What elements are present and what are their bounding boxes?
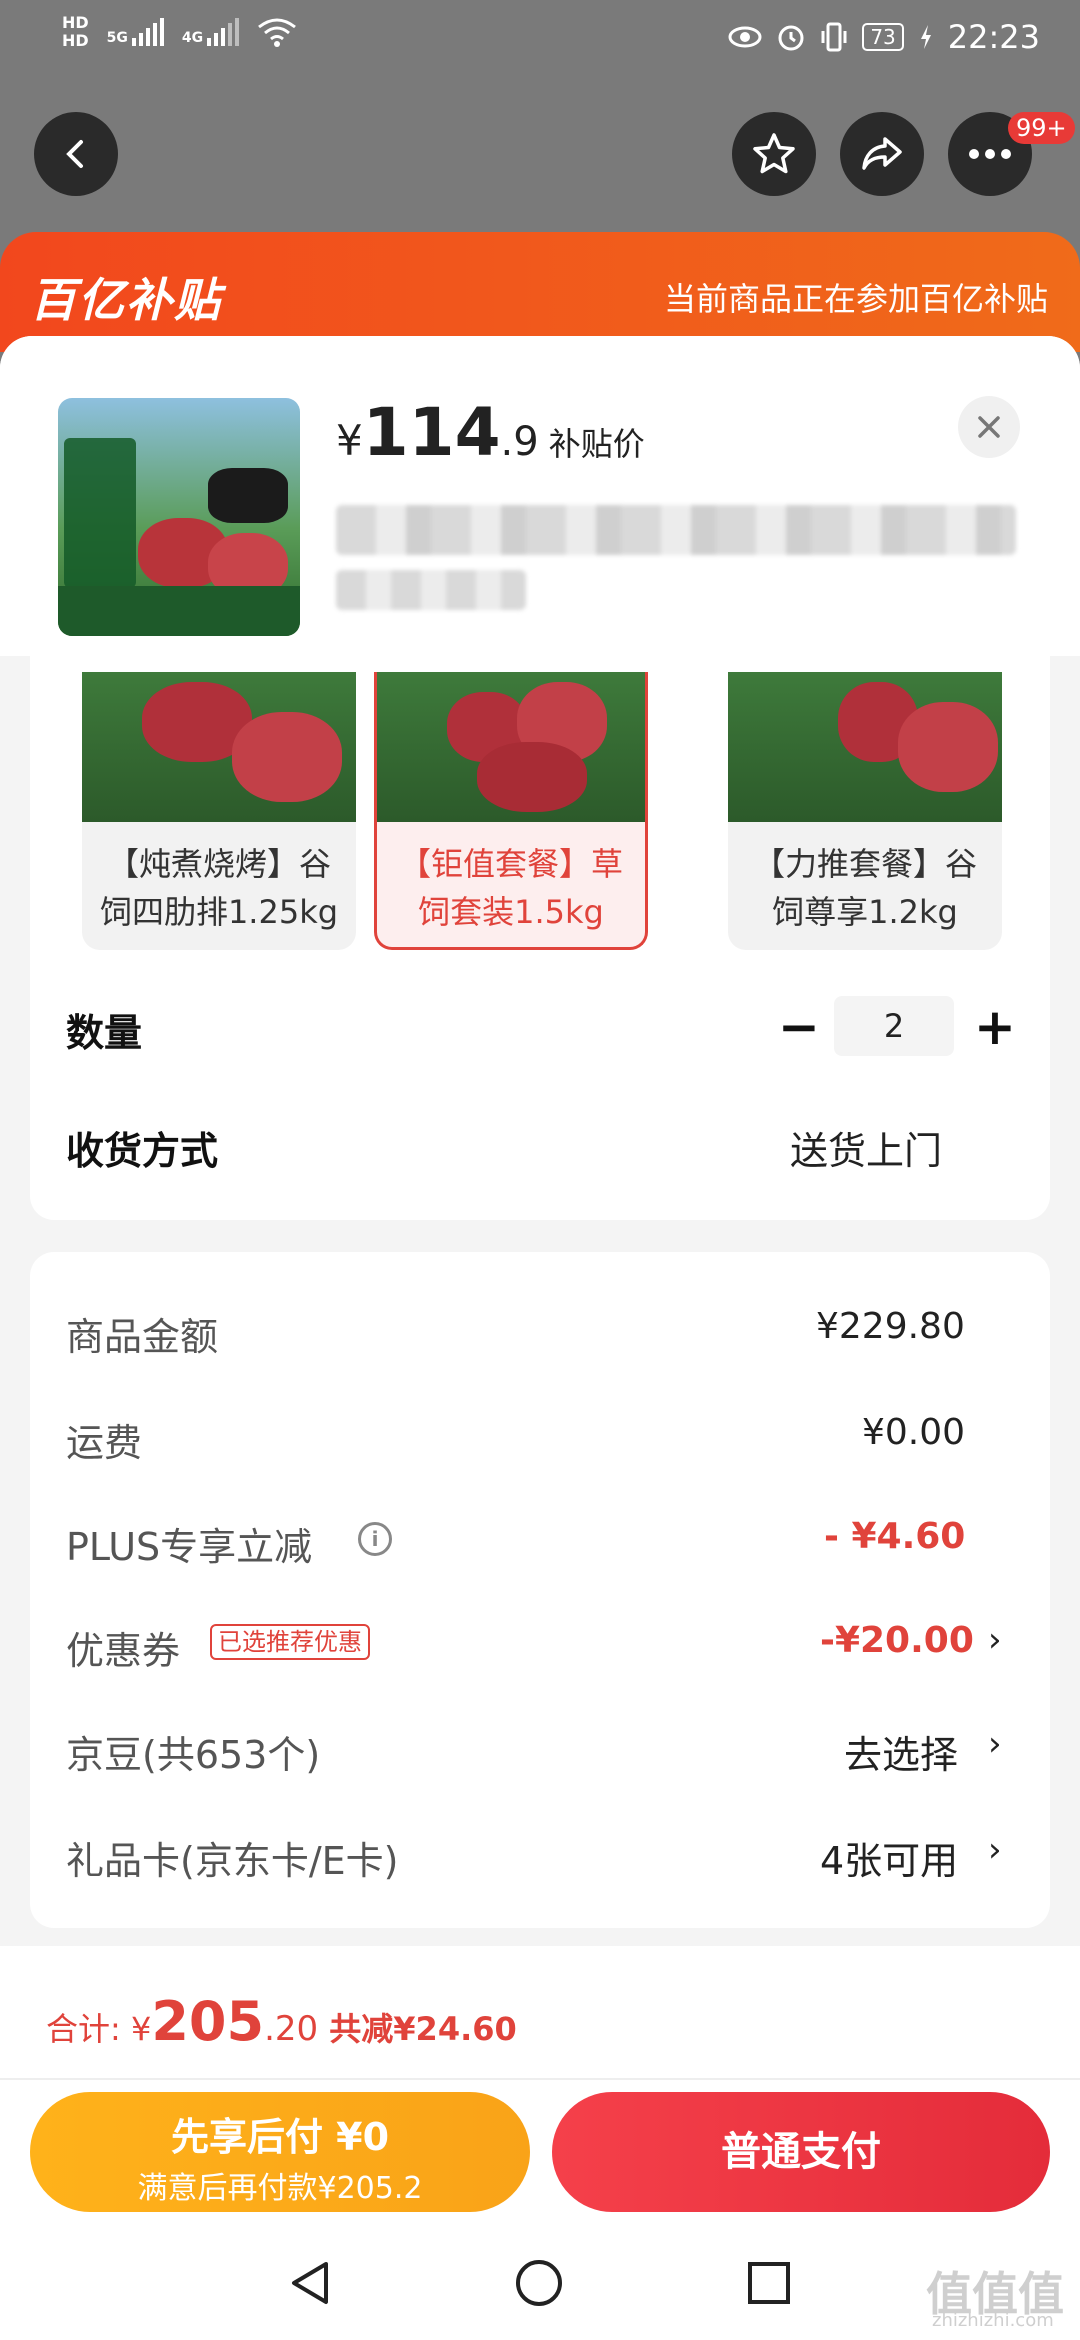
chevron-right-icon[interactable]: › (988, 1724, 1002, 1764)
variant-name: 【炖煮烧烤】谷 饲四肋排1.25kg (99, 845, 339, 931)
eye-icon (728, 26, 762, 48)
signal-5g: 5G (107, 18, 164, 46)
notification-badge: 99+ (1008, 112, 1075, 144)
more-dots-icon (969, 149, 1011, 159)
jd-bean-label: 京豆(共653个) (66, 1733, 321, 1777)
network-5g-label: 5G (106, 30, 128, 46)
close-button[interactable] (958, 396, 1020, 458)
quantity-decrease-button[interactable]: − (778, 1002, 820, 1052)
subsidy-logo: 百亿补贴 (30, 273, 222, 327)
favorite-button[interactable] (732, 112, 816, 196)
gift-card-value[interactable]: 4张可用 (820, 1830, 958, 1885)
price-currency: ¥ (336, 416, 363, 465)
price-decimal: .9 (500, 419, 539, 465)
divider (0, 2078, 1080, 2080)
watermark-url: zhizhizhi.com (932, 2310, 1054, 2331)
hd2-label: HD (62, 31, 89, 50)
variant-option-selected[interactable]: 【钜值套餐】草 饲套装1.5kg (374, 672, 648, 950)
wifi-icon (258, 18, 297, 47)
variant-option[interactable]: 【炖煮烧烤】谷 饲四肋排1.25kg (82, 672, 356, 950)
variant-image (728, 672, 1002, 822)
hd-indicator: HD HD (62, 14, 89, 50)
blurred-product-subtitle (336, 570, 526, 610)
signal-4g: 4G (181, 18, 240, 46)
coupon-label: 优惠券 (66, 1629, 181, 1673)
pay-later-subtitle: 满意后再付款¥205.2 (137, 2171, 423, 2206)
chevron-right-icon[interactable]: › (988, 1830, 1002, 1870)
quantity-label: 数量 (66, 1011, 143, 1055)
status-bar: HD HD 5G 4G 73 22:23 (0, 0, 1080, 80)
jd-bean-value[interactable]: 去选择 (844, 1724, 958, 1779)
goods-amount-value: ¥229.80 (816, 1306, 965, 1347)
coupon-recommended-tag: 已选推荐优惠 (210, 1624, 370, 1660)
subsidy-banner-text: 当前商品正在参加百亿补贴 (663, 280, 1048, 318)
charging-icon (920, 25, 931, 49)
share-button[interactable] (840, 112, 924, 196)
quantity-input[interactable]: 2 (834, 996, 954, 1056)
variant-name: 【力推套餐】谷 饲尊享1.2kg (752, 845, 977, 931)
product-thumbnail (58, 398, 300, 636)
alarm-icon (778, 25, 804, 51)
network-4g-label: 4G (181, 30, 204, 46)
nav-home-icon[interactable] (514, 2258, 564, 2308)
quantity-increase-button[interactable]: + (974, 1002, 1016, 1052)
battery-level: 73 (862, 23, 904, 51)
total-discount: 共减¥24.60 (318, 2010, 517, 2048)
nav-recents-icon[interactable] (746, 2260, 792, 2306)
hd1-label: HD (62, 13, 89, 32)
star-icon (753, 133, 795, 174)
variant-option[interactable]: 【力推套餐】谷 饲尊享1.2kg (728, 672, 1002, 950)
shipping-value: ¥0.00 (862, 1412, 966, 1453)
info-icon[interactable]: i (358, 1522, 392, 1556)
variant-image (82, 672, 356, 822)
pay-later-button[interactable]: 先享后付 ¥0 满意后再付款¥205.2 (30, 2092, 530, 2212)
clock: 22:23 (947, 18, 1040, 56)
share-icon (862, 137, 902, 170)
delivery-method-label: 收货方式 (66, 1129, 219, 1173)
goods-amount-label: 商品金额 (66, 1315, 219, 1359)
blurred-product-title (336, 505, 1016, 555)
price-integer: 114 (362, 394, 501, 471)
total-prefix: 合计: ¥ (46, 2010, 152, 2048)
gift-card-label: 礼品卡(京东卡/E卡) (66, 1839, 399, 1883)
chevron-left-icon (66, 140, 83, 168)
plus-discount-label: PLUS专享立减 (66, 1525, 313, 1569)
shipping-label: 运费 (66, 1421, 143, 1465)
variant-name: 【钜值套餐】草 饲套装1.5kg (398, 845, 623, 931)
order-total: 合计: ¥205.20 共减¥24.60 (46, 1990, 517, 2053)
variant-image (377, 672, 645, 822)
plus-discount-value: - ¥4.60 (824, 1516, 966, 1557)
subsidy-price: ¥114.9 补贴价 (336, 394, 645, 471)
pay-later-title: 先享后付 ¥0 (170, 2115, 390, 2159)
total-decimal: .20 (264, 2009, 319, 2049)
variant-list: 【炖煮烧烤】谷 饲四肋排1.25kg 【钜值套餐】草 饲套装1.5kg 【力推套… (82, 672, 1002, 952)
price-label: 补贴价 (548, 425, 645, 463)
coupon-value[interactable]: -¥20.00 (820, 1620, 974, 1661)
total-integer: 205 (151, 1990, 265, 2053)
signal-bars-icon (207, 18, 240, 46)
vibrate-icon (821, 22, 847, 52)
back-button[interactable] (34, 112, 118, 196)
nav-back-icon[interactable] (286, 2258, 334, 2308)
system-nav-bar (0, 2226, 1080, 2340)
normal-pay-button[interactable]: 普通支付 (552, 2092, 1050, 2212)
subsidy-banner: 百亿补贴 当前商品正在参加百亿补贴 (0, 232, 1080, 352)
chevron-right-icon[interactable]: › (988, 1620, 1002, 1660)
signal-bars-icon (131, 18, 164, 46)
close-icon (978, 416, 1000, 438)
delivery-method-value[interactable]: 送货上门 (790, 1120, 942, 1175)
